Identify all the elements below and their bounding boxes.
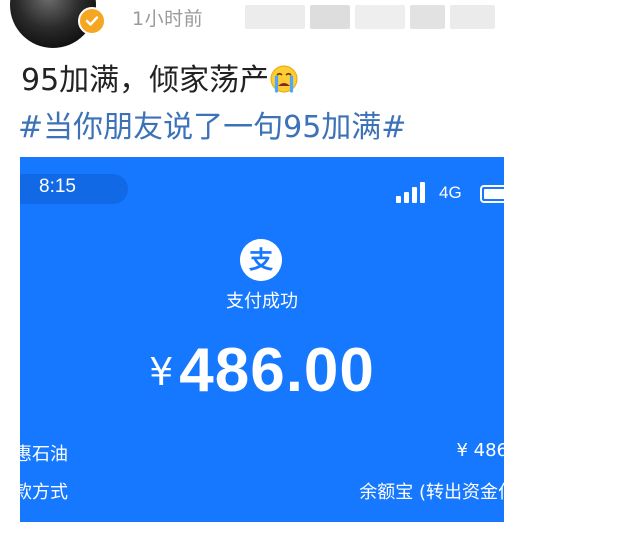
payment-method-label: 付款方式 bbox=[20, 482, 68, 503]
payment-amount: ¥486.00 bbox=[20, 335, 504, 406]
post-time: 1小时前 bbox=[132, 8, 204, 30]
status-time: 8:15 bbox=[39, 176, 76, 197]
alipay-logo-char: 支 bbox=[249, 246, 274, 274]
merchant-amount: ¥ 486 bbox=[456, 440, 504, 461]
battery-icon bbox=[480, 185, 504, 203]
weibo-post: 1小时前 95加满，倾家荡产 #当你朋友说了一句95加满# 8:15 4G 支 … bbox=[0, 0, 639, 542]
payment-method-value: 余额宝 (转出资金付 bbox=[359, 482, 504, 503]
amount-value: 486.00 bbox=[179, 336, 375, 405]
signal-icon bbox=[396, 182, 425, 203]
hashtag-link[interactable]: #当你朋友说了一句95加满# bbox=[18, 102, 406, 146]
verified-badge-icon bbox=[78, 7, 106, 35]
payment-status: 支付成功 bbox=[226, 291, 298, 312]
crying-face-emoji-icon bbox=[270, 65, 298, 93]
merchant-name: 惠石油 bbox=[20, 444, 68, 465]
network-type: 4G bbox=[439, 183, 462, 202]
alipay-logo-icon: 支 bbox=[240, 239, 282, 281]
post-text-content: 95加满，倾家荡产 bbox=[21, 63, 270, 98]
post-text: 95加满，倾家荡产 bbox=[21, 55, 299, 99]
currency-symbol: ¥ bbox=[149, 350, 174, 394]
payment-screenshot[interactable]: 8:15 4G 支 支付成功 ¥486.00 惠石油 ¥ 486 付款方式 余额… bbox=[20, 157, 504, 522]
